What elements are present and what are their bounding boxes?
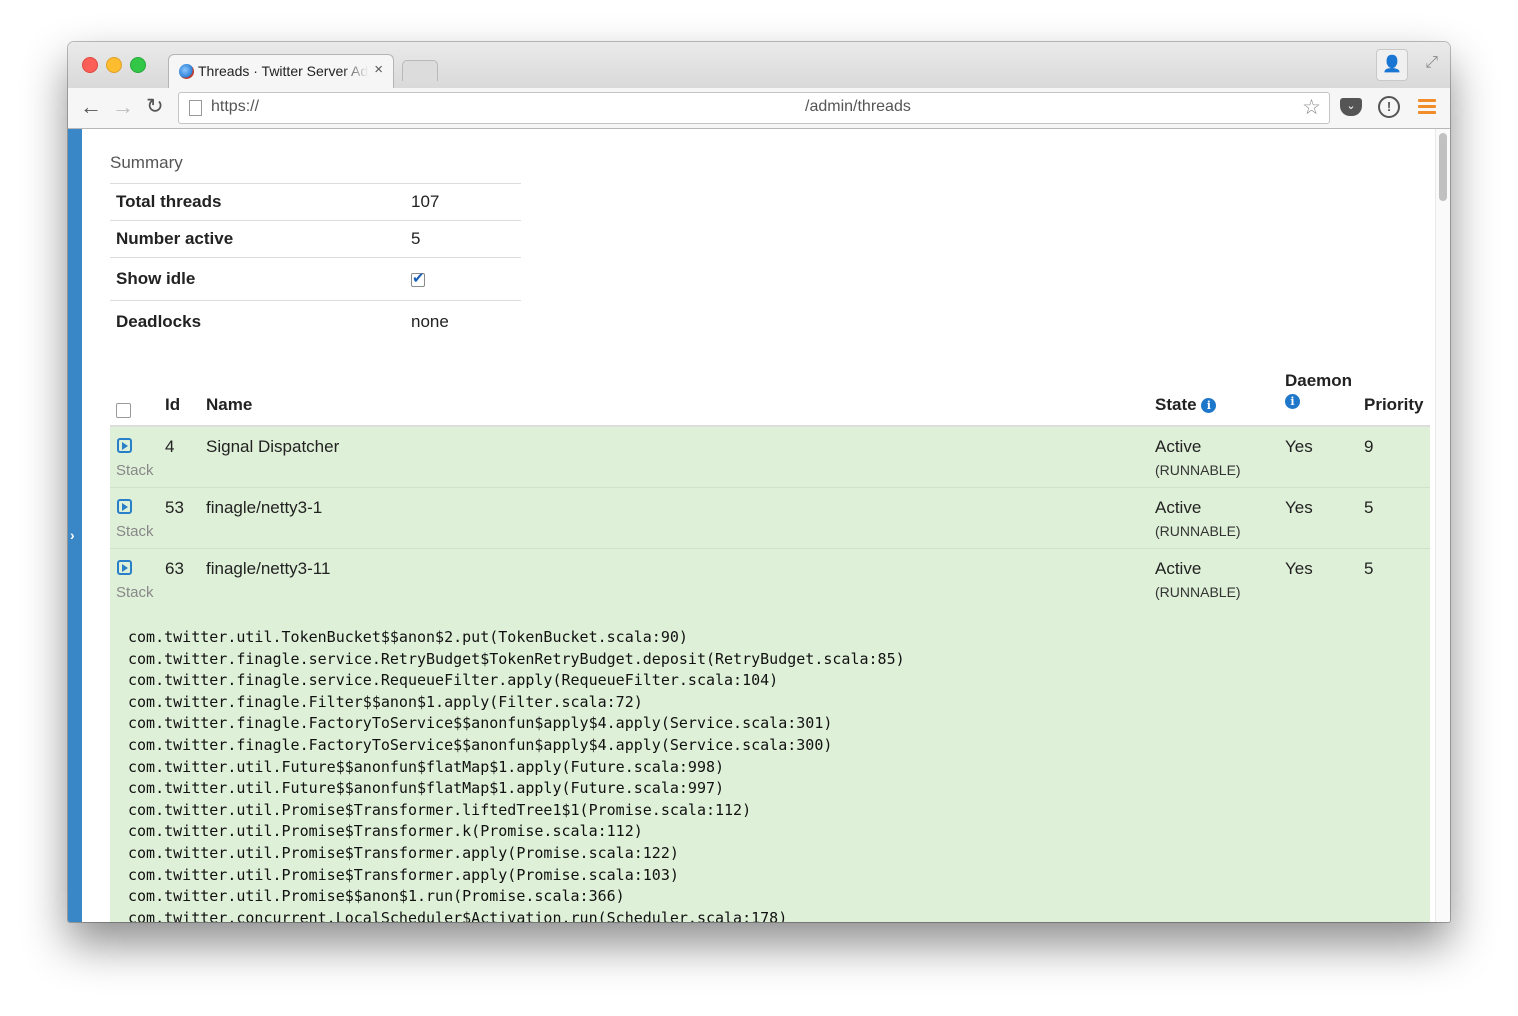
thread-name: Signal Dispatcher: [206, 437, 340, 456]
summary-table: Total threads 107 Number active 5 Show i…: [110, 183, 521, 343]
reload-icon[interactable]: ↻: [146, 94, 164, 120]
stack-frame: com.twitter.finagle.FactoryToService$$an…: [128, 735, 833, 754]
favicon-icon: [179, 64, 194, 79]
stack-trace-panel: com.twitter.util.TokenBucket$$anon$2.put…: [110, 609, 1430, 922]
expand-stack-icon[interactable]: [117, 560, 132, 575]
thread-substate: (RUNNABLE): [1155, 584, 1241, 600]
thread-daemon: Yes: [1285, 437, 1313, 456]
thread-row[interactable]: Stack 4 Signal Dispatcher Active (RUNNAB…: [110, 427, 1430, 488]
minimize-window-button[interactable]: [106, 57, 122, 73]
sidebar-strip[interactable]: ›: [68, 129, 82, 922]
summary-row: Show idle: [110, 257, 521, 301]
scrollbar-thumb[interactable]: [1439, 133, 1447, 201]
forward-icon[interactable]: →: [112, 94, 134, 120]
stack-link[interactable]: Stack: [116, 523, 154, 540]
stack-frame: com.twitter.util.Promise$Transformer.app…: [128, 843, 679, 862]
tab-title: Threads · Twitter Server Admin: [198, 63, 368, 79]
summary-label: Number active: [110, 220, 405, 258]
page-icon: [189, 100, 202, 116]
stack-frame: com.twitter.util.Promise$Transformer.app…: [128, 865, 679, 884]
thread-row[interactable]: Stack 53 finagle/netty3-1 Active (RUNNAB…: [110, 488, 1430, 549]
summary-label: Total threads: [110, 183, 405, 221]
expand-stack-icon[interactable]: [117, 438, 132, 453]
close-window-button[interactable]: [82, 57, 98, 73]
column-id[interactable]: Id: [165, 395, 180, 415]
column-state-label: State: [1155, 395, 1197, 414]
thread-priority: 9: [1364, 437, 1374, 456]
column-state[interactable]: State i: [1155, 395, 1217, 415]
thread-id: 4: [165, 437, 175, 456]
thread-priority: 5: [1364, 498, 1374, 517]
column-priority[interactable]: Priority: [1364, 395, 1424, 415]
daemon-info-icon[interactable]: i: [1285, 394, 1300, 409]
stack-frame: com.twitter.finagle.FactoryToService$$an…: [128, 714, 833, 733]
summary-title: Summary: [110, 153, 183, 172]
thread-priority: 5: [1364, 559, 1374, 578]
expand-stack-icon[interactable]: [117, 499, 132, 514]
zoom-window-button[interactable]: [130, 57, 146, 73]
stack-frame: com.twitter.util.Future$$anonfun$flatMap…: [128, 757, 725, 776]
summary-value: 5: [405, 220, 521, 258]
stack-frame: com.twitter.util.Promise$Transformer.k(P…: [128, 822, 643, 841]
column-name[interactable]: Name: [206, 395, 252, 415]
column-daemon[interactable]: Daemon i: [1285, 371, 1352, 411]
sidebar-expand-icon[interactable]: ›: [70, 527, 75, 543]
info-icon[interactable]: !: [1378, 96, 1400, 118]
show-idle-checkbox[interactable]: [411, 269, 425, 287]
url-scheme: https://: [211, 98, 260, 115]
tab-close-icon[interactable]: ×: [374, 61, 383, 78]
back-icon[interactable]: ←: [80, 94, 102, 120]
stack-frame: com.twitter.util.Promise$$anon$1.run(Pro…: [128, 887, 625, 906]
stack-frame: com.twitter.util.Promise$Transformer.lif…: [128, 800, 752, 819]
profile-icon[interactable]: 👤: [1376, 49, 1408, 81]
summary-label: Deadlocks: [110, 300, 405, 343]
stack-frame: com.twitter.concurrent.LocalScheduler$Ac…: [128, 908, 788, 922]
menu-icon[interactable]: [1418, 99, 1436, 117]
address-bar[interactable]: https:// /admin/threads ☆: [178, 92, 1330, 124]
summary-label: Show idle: [110, 257, 405, 301]
stack-link[interactable]: Stack: [116, 462, 154, 479]
thread-substate: (RUNNABLE): [1155, 462, 1241, 478]
stack-frame: com.twitter.util.Future$$anonfun$flatMap…: [128, 779, 725, 798]
page-content: › Summary Total threads 107 Number activ…: [68, 129, 1450, 922]
thread-name: finagle/netty3-11: [206, 559, 331, 578]
stack-frame: com.twitter.finagle.service.RetryBudget$…: [128, 649, 905, 668]
url-path: /admin/threads: [805, 98, 911, 115]
browser-window: Threads · Twitter Server Admin × 👤 ⤢ ← →…: [68, 42, 1450, 922]
summary-value: none: [405, 300, 521, 343]
thread-state: Active: [1155, 498, 1202, 517]
browser-toolbar: ← → ↻ https:// /admin/threads ☆ ⌄ !: [68, 88, 1450, 129]
thread-daemon: Yes: [1285, 498, 1313, 517]
stack-frame: com.twitter.finagle.service.RequeueFilte…: [128, 671, 779, 690]
column-daemon-label: Daemon: [1285, 371, 1353, 390]
fullscreen-icon[interactable]: ⤢: [1425, 54, 1438, 72]
summary-row: Total threads 107: [110, 183, 521, 221]
thread-id: 53: [165, 498, 184, 517]
new-tab-button[interactable]: [402, 60, 438, 81]
stack-trace: com.twitter.util.TokenBucket$$anon$2.put…: [128, 627, 905, 922]
tab-threads[interactable]: Threads · Twitter Server Admin ×: [168, 54, 394, 89]
thread-name: finagle/netty3-1: [206, 498, 323, 517]
title-bar: Threads · Twitter Server Admin × 👤 ⤢: [68, 42, 1450, 89]
stack-frame: com.twitter.finagle.Filter$$anon$1.apply…: [128, 692, 643, 711]
thread-substate: (RUNNABLE): [1155, 523, 1241, 539]
pocket-icon[interactable]: ⌄: [1340, 98, 1362, 116]
thread-row[interactable]: Stack 63 finagle/netty3-11 Active (RUNNA…: [110, 549, 1430, 610]
thread-state: Active: [1155, 437, 1202, 456]
scrollbar[interactable]: [1435, 129, 1450, 922]
thread-state: Active: [1155, 559, 1202, 578]
thread-daemon: Yes: [1285, 559, 1313, 578]
summary-row: Number active 5: [110, 220, 521, 258]
summary-value: 107: [405, 183, 521, 221]
summary-row: Deadlocks none: [110, 300, 521, 343]
star-icon[interactable]: ☆: [1302, 95, 1321, 120]
stack-link[interactable]: Stack: [116, 584, 154, 601]
thread-id: 63: [165, 559, 184, 578]
select-all-checkbox[interactable]: [116, 403, 131, 423]
state-info-icon[interactable]: i: [1201, 398, 1217, 413]
threads-table-header: Id Name State i Daemon i Priority: [110, 365, 1430, 427]
stack-frame: com.twitter.util.TokenBucket$$anon$2.put…: [128, 628, 688, 646]
